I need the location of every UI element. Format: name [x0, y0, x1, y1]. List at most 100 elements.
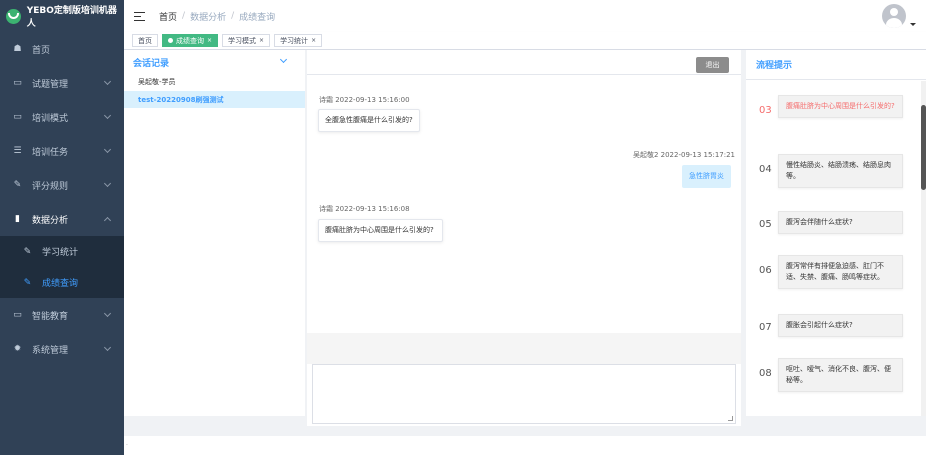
flow-title: 流程提示: [746, 50, 926, 80]
flow-step-text: 腹胀会引起什么症状?: [778, 314, 903, 337]
message-bubble: 腹痛肚脐为中心周围是什么引发的?: [318, 219, 443, 242]
sidebar-item-label: 智能教育: [32, 311, 69, 322]
breadcrumb-current: 成绩查询: [239, 12, 276, 23]
caret-down-icon[interactable]: [910, 23, 916, 26]
session-user: 吴起敬-学员: [138, 78, 176, 86]
breadcrumb-home[interactable]: 首页: [159, 10, 177, 23]
breadcrumb-separator: /: [231, 11, 235, 21]
edit-icon: ✎: [23, 246, 32, 257]
chat-toolbar: 退出: [307, 50, 741, 75]
flow-step-text: 慢性结肠炎、结肠溃疡、结肠息肉等。: [778, 154, 903, 188]
chevron-down-icon: [103, 309, 112, 318]
gear-icon: ✹: [13, 344, 22, 354]
flow-step-text: 腹泻常伴有排便急迫感、肛门不适、失禁、腹痛、肠鸣等症状。: [778, 255, 903, 289]
dashboard-icon: ☗: [13, 44, 22, 54]
monitor-icon: ▭: [13, 112, 22, 122]
close-icon[interactable]: ×: [311, 37, 316, 44]
logo-icon: [6, 8, 21, 24]
footer-text: .: [126, 440, 128, 447]
chart-icon: ▮: [15, 214, 20, 224]
flow-step-number: 07: [759, 322, 772, 333]
tag-home[interactable]: 首页: [132, 34, 158, 47]
message-icon: ▭: [13, 310, 22, 320]
user-menu[interactable]: [882, 4, 916, 28]
breadcrumb: 首页 / 数据分析 / 成绩查询: [159, 10, 275, 23]
scrollbar-thumb[interactable]: [921, 105, 926, 190]
flow-step-number: 06: [759, 265, 772, 276]
chevron-down-icon: [103, 77, 112, 86]
tag-label: 学习统计: [280, 36, 309, 45]
tag-score-query[interactable]: 成绩查询 ×: [162, 34, 219, 47]
sidebar-item-label: 评分规则: [32, 181, 69, 192]
message-bubble-mine: 急性脐胃炎: [682, 165, 731, 188]
chat-divider: [307, 333, 741, 364]
session-list-item[interactable]: test-20220908刷强测试: [124, 91, 305, 108]
sidebar-item-label: 首页: [32, 45, 51, 56]
chat-panel: 退出 诗霜 2022-09-13 15:16:00 全腹急性腹痛是什么引发的? …: [307, 50, 741, 426]
sidebar-item-system-admin[interactable]: ✹ 系统管理: [0, 332, 124, 366]
flow-list: 03 腹痛肚脐为中心周围是什么引发的? 04 慢性结肠炎、结肠溃疡、结肠息肉等。…: [746, 81, 926, 416]
list-icon: ☰: [13, 146, 22, 156]
tag-label: 成绩查询: [176, 36, 204, 45]
navbar: 首页 / 数据分析 / 成绩查询: [124, 0, 926, 32]
main-content: 会话记录 吴起敬-学员 test-20220908刷强测试 退出 诗霜 2022…: [124, 50, 926, 436]
session-header[interactable]: 会话记录: [124, 50, 305, 75]
tag-learning-mode[interactable]: 学习模式 ×: [222, 34, 271, 47]
avatar[interactable]: [882, 4, 906, 28]
message-meta: 吴起敬2 2022-09-13 15:17:21: [632, 151, 735, 159]
session-title: 会话记录: [133, 59, 170, 69]
sidebar-item-label: 培训任务: [32, 147, 69, 158]
sidebar: YEBO定制版培训机器人 ☗ 首页 ▭ 试题管理 ▭ 培训模式 ☰ 培训任务 ✎…: [0, 0, 124, 455]
message-bubble: 全腹急性腹痛是什么引发的?: [318, 109, 420, 132]
edit-icon: ✎: [23, 277, 32, 288]
message-meta: 诗霜 2022-09-13 15:16:08: [319, 205, 410, 213]
flow-step-number: 05: [759, 219, 772, 230]
tag-label: 学习模式: [228, 36, 257, 45]
chat-messages: 诗霜 2022-09-13 15:16:00 全腹急性腹痛是什么引发的? 吴起敬…: [307, 76, 741, 333]
flow-panel: 流程提示 03 腹痛肚脐为中心周围是什么引发的? 04 慢性结肠炎、结肠溃疡、结…: [746, 50, 926, 416]
session-panel: 会话记录 吴起敬-学员 test-20220908刷强测试: [124, 50, 305, 416]
exit-button[interactable]: 退出: [696, 57, 729, 73]
sidebar-item-scoring-rules[interactable]: ✎ 评分规则: [0, 168, 124, 202]
sidebar-item-score-query[interactable]: ✎ 成绩查询: [0, 267, 124, 298]
sidebar-item-label: 学习统计: [42, 248, 79, 258]
breadcrumb-separator: /: [182, 11, 186, 21]
resize-handle-icon[interactable]: [728, 416, 733, 421]
footer: .: [124, 436, 926, 455]
sidebar-item-learning-stats[interactable]: ✎ 学习统计: [0, 236, 124, 267]
message-meta: 诗霜 2022-09-13 15:16:00: [319, 96, 410, 104]
close-icon[interactable]: ×: [207, 37, 212, 44]
chevron-down-icon: [103, 179, 112, 188]
tag-learning-stats[interactable]: 学习统计 ×: [274, 34, 323, 47]
flow-step-text: 呕吐、嗳气、消化不良、腹泻、便秘等。: [778, 358, 903, 392]
brand-title: YEBO定制版培训机器人: [26, 6, 117, 29]
sidebar-item-training-mode[interactable]: ▭ 培训模式: [0, 100, 124, 134]
sidebar-item-home[interactable]: ☗ 首页: [0, 32, 124, 66]
sidebar-item-smart-education[interactable]: ▭ 智能教育: [0, 298, 124, 332]
flow-step-text: 腹痛肚脐为中心周围是什么引发的?: [778, 95, 903, 118]
chevron-down-icon[interactable]: [279, 55, 288, 64]
flow-step-number: 03: [759, 105, 772, 116]
chevron-down-icon: [103, 343, 112, 352]
flow-step-text: 腹泻会伴随什么症状?: [778, 211, 903, 234]
sidebar-item-label: 系统管理: [32, 345, 69, 356]
close-icon[interactable]: ×: [259, 37, 264, 44]
chevron-down-icon: [103, 111, 112, 120]
book-icon: ▭: [13, 78, 22, 88]
flow-scrollbar[interactable]: [921, 81, 926, 416]
edit-icon: ✎: [13, 180, 22, 190]
submenu-data-analysis: ✎ 学习统计 ✎ 成绩查询: [0, 236, 124, 298]
sidebar-item-data-analysis[interactable]: ▮ 数据分析: [0, 202, 124, 236]
flow-step-number: 04: [759, 164, 772, 175]
hamburger-icon[interactable]: [134, 11, 145, 21]
sidebar-item-training-task[interactable]: ☰ 培训任务: [0, 134, 124, 168]
sidebar-item-question-bank[interactable]: ▭ 试题管理: [0, 66, 124, 100]
sidebar-item-label: 成绩查询: [42, 279, 79, 289]
breadcrumb-section: 数据分析: [190, 12, 227, 23]
sidebar-item-label: 培训模式: [32, 113, 69, 124]
brand[interactable]: YEBO定制版培训机器人: [0, 0, 124, 32]
chat-input[interactable]: [312, 364, 736, 424]
chevron-up-icon: [103, 216, 112, 225]
flow-step-number: 08: [759, 368, 772, 379]
active-dot-icon: [168, 38, 173, 43]
